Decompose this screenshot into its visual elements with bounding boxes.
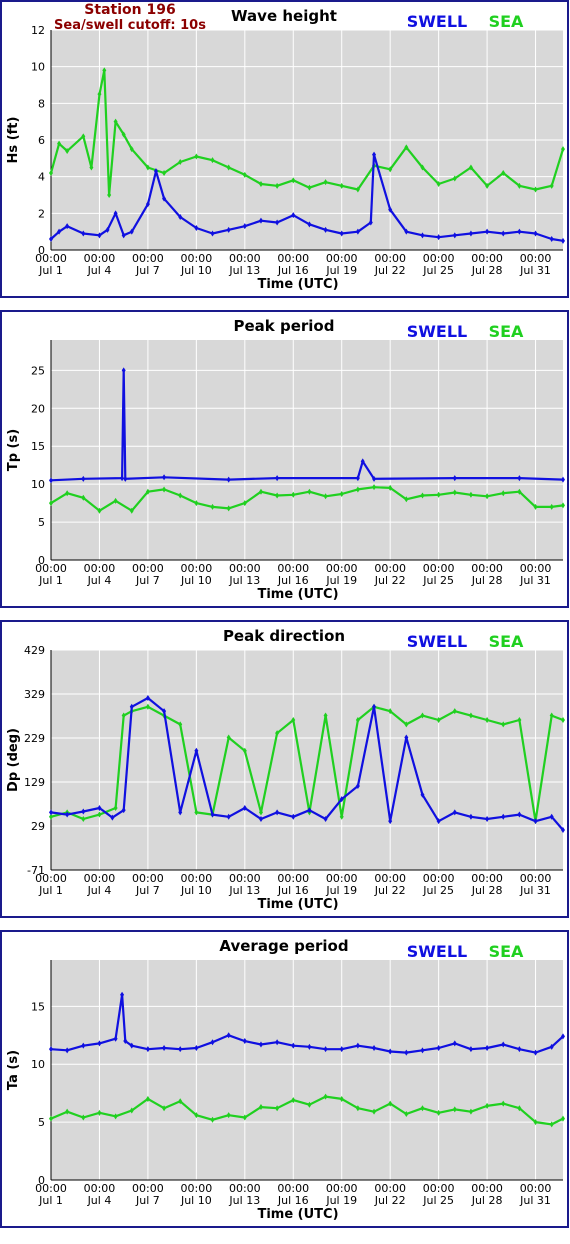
legend-swell: SWELL (407, 322, 468, 341)
y-tick-label: 5 (38, 516, 45, 529)
y-tick-label: 25 (31, 364, 45, 377)
y-tick-label: 8 (38, 97, 45, 110)
y-axis-label: Tp (s) (6, 429, 21, 471)
x-tick-date: Jul 1 (38, 1194, 63, 1207)
x-tick-date: Jul 22 (374, 1194, 406, 1207)
x-tick-date: Jul 7 (135, 1194, 160, 1207)
station-title: Station 196 (84, 2, 175, 18)
y-tick-label: 10 (31, 1058, 45, 1071)
x-tick-date: Jul 7 (135, 264, 160, 277)
x-tick-date: Jul 10 (180, 574, 212, 587)
y-tick-label: 329 (24, 688, 45, 701)
chart-panel-1: 02468101200:00Jul 100:00Jul 400:00Jul 70… (0, 0, 569, 298)
legend-swell: SWELL (407, 632, 468, 651)
chart-title: Wave height (231, 7, 337, 25)
x-tick-date: Jul 10 (180, 1194, 212, 1207)
legend-swell: SWELL (407, 12, 468, 31)
legend-swell: SWELL (407, 942, 468, 961)
chart-panel-3: -712912922932942900:00Jul 100:00Jul 400:… (0, 620, 569, 918)
x-tick-date: Jul 28 (471, 884, 503, 897)
chart-panel-4: 05101500:00Jul 100:00Jul 400:00Jul 700:0… (0, 930, 569, 1228)
x-tick-date: Jul 22 (374, 264, 406, 277)
x-tick-date: Jul 4 (87, 884, 112, 897)
y-axis-label: Ta (s) (6, 1050, 21, 1090)
chart-title: Average period (219, 937, 348, 955)
x-tick-date: Jul 31 (519, 1194, 551, 1207)
y-tick-label: 129 (24, 776, 45, 789)
x-tick-date: Jul 31 (519, 574, 551, 587)
x-tick-date: Jul 13 (228, 884, 260, 897)
x-tick-date: Jul 13 (228, 574, 260, 587)
x-tick-date: Jul 4 (87, 264, 112, 277)
x-tick-date: Jul 28 (471, 264, 503, 277)
plot-area (51, 960, 563, 1180)
x-tick-date: Jul 25 (422, 264, 454, 277)
x-tick-date: Jul 19 (325, 574, 357, 587)
x-tick-date: Jul 16 (277, 574, 309, 587)
x-tick-date: Jul 16 (277, 264, 309, 277)
chart-title: Peak period (234, 317, 335, 335)
x-tick-date: Jul 28 (471, 1194, 503, 1207)
x-tick-date: Jul 25 (422, 884, 454, 897)
chart-title: Peak direction (223, 627, 345, 645)
x-tick-date: Jul 4 (87, 1194, 112, 1207)
y-tick-label: 10 (31, 478, 45, 491)
x-axis-label: Time (UTC) (257, 277, 338, 292)
wave-charts: 02468101200:00Jul 100:00Jul 400:00Jul 70… (0, 0, 569, 1228)
x-tick-date: Jul 22 (374, 884, 406, 897)
y-tick-label: 20 (31, 402, 45, 415)
x-tick-date: Jul 7 (135, 884, 160, 897)
x-tick-date: Jul 16 (277, 1194, 309, 1207)
x-tick-date: Jul 10 (180, 884, 212, 897)
legend-sea: SEA (489, 942, 524, 961)
x-tick-date: Jul 1 (38, 884, 63, 897)
x-tick-date: Jul 1 (38, 574, 63, 587)
x-tick-date: Jul 13 (228, 1194, 260, 1207)
x-axis-label: Time (UTC) (257, 897, 338, 912)
x-axis-label: Time (UTC) (257, 1207, 338, 1222)
x-tick-date: Jul 19 (325, 884, 357, 897)
legend-sea: SEA (489, 322, 524, 341)
x-tick-date: Jul 31 (519, 264, 551, 277)
y-tick-label: 2 (38, 207, 45, 220)
x-tick-date: Jul 7 (135, 574, 160, 587)
y-axis-label: Dp (deg) (6, 728, 21, 792)
y-tick-label: 429 (24, 644, 45, 657)
y-tick-label: 5 (38, 1116, 45, 1129)
y-tick-label: 6 (38, 134, 45, 147)
plot-area (51, 340, 563, 560)
legend-sea: SEA (489, 632, 524, 651)
y-axis-label: Hs (ft) (6, 117, 21, 164)
x-tick-date: Jul 25 (422, 1194, 454, 1207)
x-tick-date: Jul 19 (325, 264, 357, 277)
x-tick-date: Jul 13 (228, 264, 260, 277)
x-tick-date: Jul 28 (471, 574, 503, 587)
x-tick-date: Jul 25 (422, 574, 454, 587)
chart-panel-2: 051015202500:00Jul 100:00Jul 400:00Jul 7… (0, 310, 569, 608)
cutoff-label: Sea/swell cutoff: 10s (54, 18, 206, 33)
legend-sea: SEA (489, 12, 524, 31)
x-tick-date: Jul 1 (38, 264, 63, 277)
y-tick-label: 29 (31, 820, 45, 833)
y-tick-label: 15 (31, 1000, 45, 1013)
x-tick-date: Jul 22 (374, 574, 406, 587)
y-tick-label: 15 (31, 440, 45, 453)
y-tick-label: 229 (24, 732, 45, 745)
x-tick-date: Jul 4 (87, 574, 112, 587)
y-tick-label: 10 (31, 61, 45, 74)
x-tick-date: Jul 10 (180, 264, 212, 277)
y-tick-label: 4 (38, 171, 45, 184)
x-tick-date: Jul 19 (325, 1194, 357, 1207)
x-tick-date: Jul 31 (519, 884, 551, 897)
x-axis-label: Time (UTC) (257, 587, 338, 602)
x-tick-date: Jul 16 (277, 884, 309, 897)
y-tick-label: 12 (31, 24, 45, 37)
